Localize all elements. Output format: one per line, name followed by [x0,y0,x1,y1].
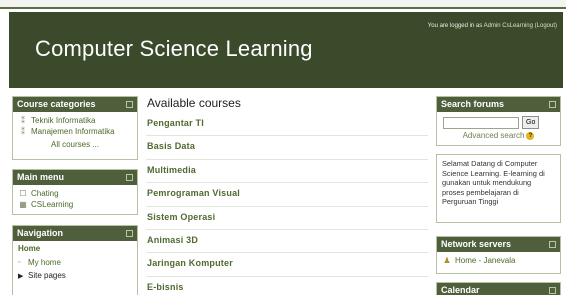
main-menu-block: Main menu ☐ Chating ▦ CSLearning [12,169,138,215]
course-link[interactable]: Sistem Operasi [146,207,428,230]
logout-link[interactable]: (Logout) [535,23,557,29]
welcome-text-block: Selamat Datang di Computer Science Learn… [436,154,561,223]
course-link[interactable]: Jaringan Komputer [146,253,428,277]
main-menu-body: ☐ Chating ▦ CSLearning [13,185,137,213]
help-icon[interactable]: ? [526,131,535,140]
category-icon: ⁑ [21,116,25,125]
course-link[interactable]: E-bisnis [146,277,428,295]
main-menu-item[interactable]: ☐ Chating [18,188,132,199]
category-label: Teknik Informatika [31,116,96,125]
network-servers-header: Network servers [437,237,560,252]
collapse-toggle-icon[interactable] [126,174,133,181]
main-menu-header: Main menu [13,170,137,185]
site-header: You are logged in as Admin CsLearning (L… [9,12,563,88]
nav-item-label: Site pages [28,271,66,280]
search-row: Go [443,116,554,129]
user-icon: ♟ [443,256,451,265]
collapse-toggle-icon[interactable] [549,287,556,294]
calendar-block: Calendar [436,282,561,295]
page-icon: ▦ [19,200,27,209]
search-go-button[interactable]: Go [522,116,540,129]
navigation-header: Navigation [13,226,137,241]
search-forums-input[interactable] [443,116,519,129]
top-strip-line [0,7,566,9]
available-courses-heading: Available courses [147,96,241,110]
network-server-item[interactable]: ♟ Home - Janevala [442,255,555,266]
login-prefix: You are logged in as [427,23,484,29]
main-menu-title: Main menu [17,172,65,182]
course-link[interactable]: Pemrograman Visual [146,183,428,207]
course-link[interactable]: Pengantar TI [146,113,428,137]
search-forums-header: Search forums [437,97,560,112]
main-menu-label: CSLearning [31,200,74,209]
category-label: Manajemen Informatika [31,127,115,136]
navigation-body: Home ▫ My home ▶ Site pages [13,241,137,285]
course-categories-title: Course categories [17,99,96,109]
search-forums-block: Search forums Go Advanced search ? [436,96,561,146]
network-servers-body: ♟ Home - Janevala [437,252,560,269]
expand-arrow-icon: ▶ [18,272,24,280]
advanced-search-link[interactable]: Advanced search ? [443,131,554,140]
collapse-toggle-icon[interactable] [549,241,556,248]
navigation-title: Navigation [17,228,64,238]
course-categories-header: Course categories [13,97,137,112]
nav-home-link[interactable]: Home [18,244,132,256]
navigation-block: Navigation Home ▫ My home ▶ Site pages [12,225,138,295]
course-link[interactable]: Animasi 3D [146,230,428,254]
category-item[interactable]: ⁑ Teknik Informatika [18,115,132,126]
calendar-header: Calendar [437,283,560,295]
main-content: Available courses Pengantar TI Basis Dat… [146,96,428,295]
search-forums-title: Search forums [441,99,505,109]
login-user-link[interactable]: Admin CsLearning [484,23,533,29]
bullet-icon: ▫ [18,259,21,266]
category-item[interactable]: ⁑ Manajemen Informatika [18,126,132,137]
course-categories-body: ⁑ Teknik Informatika ⁑ Manajemen Informa… [13,112,137,152]
network-servers-block: Network servers ♟ Home - Janevala [436,236,561,274]
all-courses-link[interactable]: All courses ... [18,140,132,149]
collapse-toggle-icon[interactable] [126,230,133,237]
top-strip [0,0,566,9]
nav-item-label: My home [28,258,61,267]
main-menu-item[interactable]: ▦ CSLearning [18,199,132,210]
course-link[interactable]: Basis Data [146,136,428,160]
collapse-toggle-icon[interactable] [549,101,556,108]
network-server-label: Home - Janevala [455,256,516,265]
nav-item-my-home[interactable]: ▫ My home [18,256,132,269]
course-categories-block: Course categories ⁑ Teknik Informatika ⁑… [12,96,138,160]
advanced-search-label: Advanced search [462,131,525,140]
calendar-title: Calendar [441,285,480,295]
collapse-toggle-icon[interactable] [126,101,133,108]
network-servers-title: Network servers [441,239,512,249]
main-menu-label: Chating [31,189,59,198]
chat-icon: ☐ [19,189,27,198]
category-icon: ⁑ [21,127,25,136]
course-link[interactable]: Multimedia [146,160,428,184]
search-forums-body: Go Advanced search ? [437,112,560,142]
site-title: Computer Science Learning [35,36,313,61]
nav-item-site-pages[interactable]: ▶ Site pages [18,269,132,282]
login-info: You are logged in as Admin CsLearning (L… [428,23,557,29]
